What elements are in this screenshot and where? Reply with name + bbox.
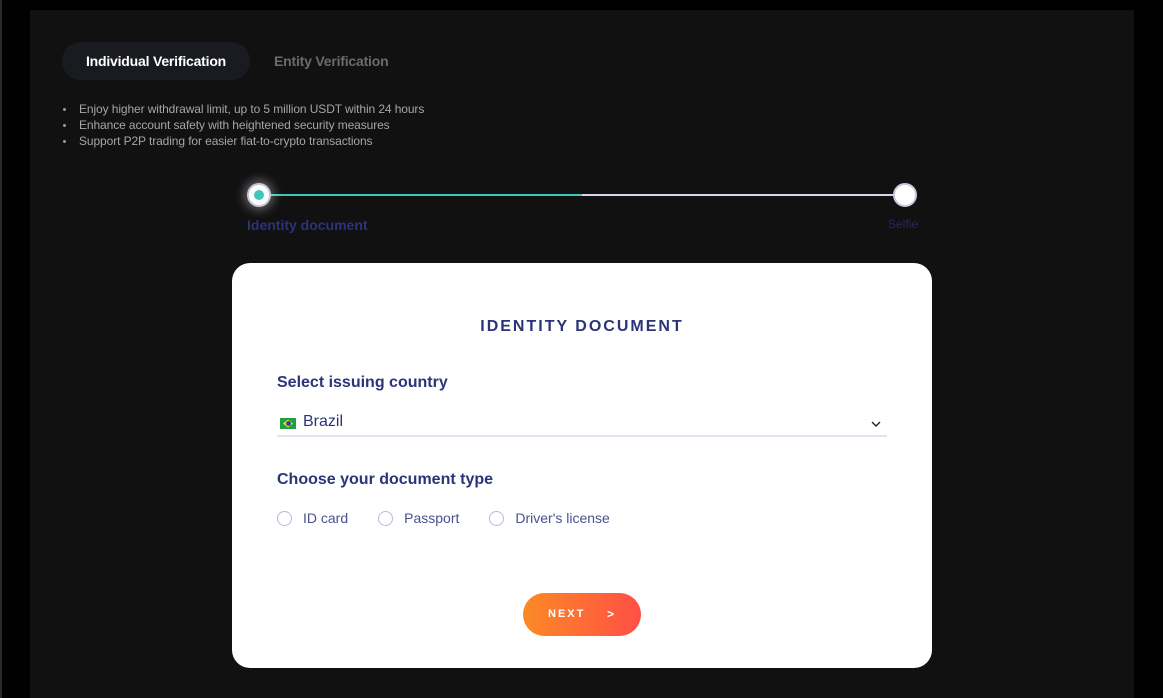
benefit-item: Enhance account safety with heightened s… bbox=[62, 117, 424, 133]
verification-tabs: Individual Verification Entity Verificat… bbox=[62, 42, 412, 80]
country-select-value: Brazil bbox=[303, 413, 344, 430]
radio-passport[interactable]: Passport bbox=[378, 510, 459, 526]
chevron-right-icon: > bbox=[607, 607, 615, 621]
document-type-radio-group: ID card Passport Driver's license bbox=[277, 510, 640, 526]
stepper-track bbox=[258, 194, 905, 196]
progress-stepper: Identity document Selfie bbox=[247, 183, 918, 233]
tab-individual-verification[interactable]: Individual Verification bbox=[62, 42, 250, 80]
radio-circle-icon[interactable] bbox=[277, 510, 292, 526]
step-label-selfie: Selfie bbox=[887, 217, 918, 231]
step-indicator-selfie[interactable] bbox=[893, 183, 917, 207]
next-button[interactable]: NEXT > bbox=[523, 593, 641, 636]
benefit-item: Support P2P trading for easier fiat-to-c… bbox=[62, 133, 424, 149]
radio-id-card[interactable]: ID card bbox=[277, 510, 348, 526]
identity-document-card: IDENTITY DOCUMENT Select issuing country… bbox=[232, 263, 932, 668]
current-step-dot-icon bbox=[254, 190, 264, 200]
country-select[interactable]: Brazil bbox=[277, 411, 887, 437]
step-indicator-identity-document[interactable] bbox=[247, 183, 271, 207]
card-title: IDENTITY DOCUMENT bbox=[480, 318, 684, 335]
document-type-label: Choose your document type bbox=[277, 471, 494, 488]
benefit-item: Enjoy higher withdrawal limit, up to 5 m… bbox=[62, 101, 424, 117]
radio-circle-icon[interactable] bbox=[489, 510, 505, 526]
country-field-label: Select issuing country bbox=[277, 374, 448, 391]
radio-circle-icon[interactable] bbox=[378, 510, 394, 526]
tab-entity-verification[interactable]: Entity Verification bbox=[250, 42, 412, 80]
window-edge bbox=[0, 0, 2, 698]
next-button-label: NEXT bbox=[548, 608, 586, 620]
stepper-progress-fill bbox=[258, 194, 582, 196]
chevron-down-icon bbox=[871, 421, 881, 427]
radio-label: ID card bbox=[303, 510, 349, 526]
benefits-list: Enjoy higher withdrawal limit, up to 5 m… bbox=[62, 101, 424, 149]
radio-drivers-license[interactable]: Driver's license bbox=[489, 510, 610, 526]
radio-label: Driver's license bbox=[515, 510, 610, 526]
brazil-flag-icon bbox=[280, 418, 296, 429]
step-label-identity-document: Identity document bbox=[247, 217, 368, 233]
radio-label: Passport bbox=[404, 510, 460, 526]
